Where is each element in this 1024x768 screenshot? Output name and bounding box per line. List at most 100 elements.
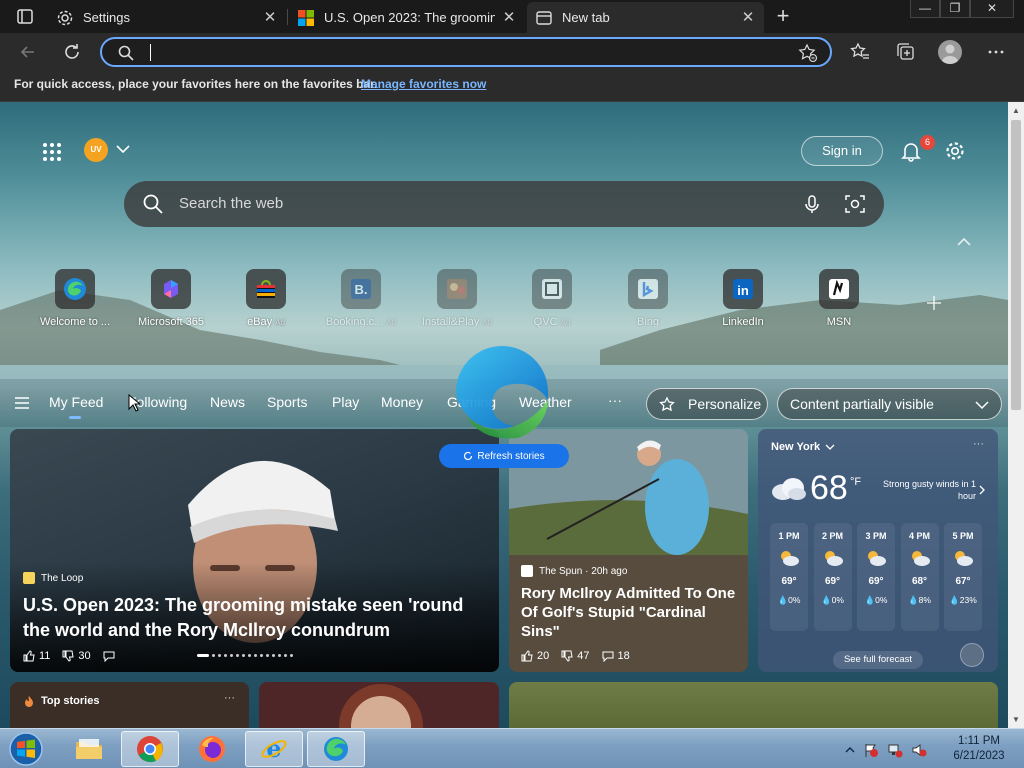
feed-tab-my-feed[interactable]: My Feed xyxy=(49,394,103,419)
apps-launcher-icon[interactable] xyxy=(42,142,62,162)
new-tab-button[interactable]: + xyxy=(772,5,794,28)
quick-link-install-play[interactable]: Install&Play Ad xyxy=(409,269,505,328)
hourly-forecast-item[interactable]: 4 PM 68° 💧8% xyxy=(900,523,939,631)
refresh-icon[interactable] xyxy=(60,40,84,64)
system-clock[interactable]: 1:11 PM 6/21/2023 xyxy=(944,734,1014,764)
favorites-icon[interactable] xyxy=(848,40,872,64)
taskbar-google-chrome[interactable] xyxy=(121,731,179,767)
taskbar-microsoft-edge[interactable] xyxy=(307,731,365,767)
add-favorite-star-icon[interactable] xyxy=(798,43,818,63)
more-options-icon[interactable] xyxy=(984,40,1008,64)
scrollbar-thumb[interactable] xyxy=(1011,120,1021,410)
windows-start-button[interactable] xyxy=(6,731,46,767)
quick-link-welcome[interactable]: Welcome to ... xyxy=(27,269,123,328)
quick-link-qvc[interactable]: QVC Ad xyxy=(504,269,600,328)
web-search-box[interactable]: Search the web xyxy=(124,181,884,227)
story-title[interactable]: Rory McIlroy Admitted To One Of Golf's S… xyxy=(521,584,743,641)
tab-settings[interactable]: Settings ✕ xyxy=(48,2,286,33)
feed-tab-news[interactable]: News xyxy=(210,394,245,410)
quick-link-microsoft-365[interactable]: Microsoft 365 xyxy=(123,269,219,328)
hero-story-card[interactable]: The Loop U.S. Open 2023: The grooming mi… xyxy=(10,429,499,672)
dislike-button[interactable]: 47 xyxy=(561,650,590,662)
weather-more-button[interactable]: ··· xyxy=(973,438,984,450)
tab-close-button[interactable]: ✕ xyxy=(740,9,756,26)
scroll-up-arrow-icon[interactable]: ▲ xyxy=(1012,106,1020,115)
add-quick-link-icon[interactable] xyxy=(924,293,944,313)
comment-button[interactable]: 18 xyxy=(602,650,630,662)
tab-us-open-article[interactable]: U.S. Open 2023: The grooming mistake see… xyxy=(289,2,525,33)
hourly-forecast-item[interactable]: 5 PM 67° 💧23% xyxy=(944,523,982,631)
hourly-forecast: 1 PM 69° 💧0% 2 PM 69° 💧0% 3 PM 69° 💧0% 4… xyxy=(770,523,988,631)
hourly-forecast-item[interactable]: 3 PM 69° 💧0% xyxy=(857,523,895,631)
personalize-button[interactable]: Personalize xyxy=(646,388,768,420)
restore-button[interactable]: ❐ xyxy=(940,0,970,18)
weather-character-avatar[interactable] xyxy=(960,643,984,667)
quick-link-msn[interactable]: MSN xyxy=(791,269,887,328)
taskbar-internet-explorer[interactable]: e xyxy=(245,731,303,767)
gear-icon xyxy=(57,10,73,25)
sign-in-button[interactable]: Sign in xyxy=(801,136,883,166)
tab-actions-button[interactable] xyxy=(8,7,40,27)
temperature-unit: °F xyxy=(850,476,862,488)
quick-link-linkedin[interactable]: in LinkedIn xyxy=(695,269,791,328)
notifications-bell-icon[interactable] xyxy=(900,140,922,162)
close-window-button[interactable]: ✕ xyxy=(970,0,1014,18)
quick-link-label: LinkedIn xyxy=(722,316,764,328)
profile-avatar[interactable] xyxy=(938,40,962,64)
quick-link-bing[interactable]: Bing xyxy=(600,269,696,328)
action-center-flag-icon[interactable] xyxy=(863,742,879,758)
feed-more-button[interactable]: ··· xyxy=(608,392,622,408)
hourly-forecast-item[interactable]: 2 PM 69° 💧0% xyxy=(813,523,852,631)
comment-button[interactable] xyxy=(103,650,119,662)
scroll-down-arrow-icon[interactable]: ▼ xyxy=(1012,715,1020,724)
like-button[interactable]: 20 xyxy=(521,650,549,662)
taskbar-firefox[interactable] xyxy=(183,731,241,767)
address-bar[interactable] xyxy=(100,37,832,67)
refresh-stories-button[interactable]: Refresh stories xyxy=(439,444,569,468)
top-stories-more-button[interactable]: ··· xyxy=(224,692,235,704)
content-visibility-dropdown[interactable]: Content partially visible xyxy=(777,388,1002,420)
speaker-muted-icon[interactable] xyxy=(911,742,927,758)
forecast-hour: 1 PM xyxy=(778,531,800,541)
feed-tab-money[interactable]: Money xyxy=(381,394,423,410)
tab-close-button[interactable]: ✕ xyxy=(262,9,278,26)
see-full-forecast-button[interactable]: See full forecast xyxy=(833,651,923,669)
microphone-icon[interactable] xyxy=(802,194,822,214)
tab-label: Settings xyxy=(83,10,130,25)
hamburger-menu-icon[interactable] xyxy=(14,396,30,410)
forecast-hour: 4 PM xyxy=(908,531,930,541)
chevron-right-icon[interactable] xyxy=(978,485,986,495)
minimize-button[interactable]: — xyxy=(910,0,940,18)
manage-favorites-link[interactable]: Manage favorites now xyxy=(361,77,486,91)
chevron-up-icon[interactable] xyxy=(956,236,972,248)
collections-icon[interactable] xyxy=(893,40,917,64)
dislike-button[interactable]: 30 xyxy=(62,650,91,662)
chevron-down-icon[interactable] xyxy=(116,144,130,154)
story-card-portrait[interactable] xyxy=(259,682,499,728)
back-arrow-icon[interactable] xyxy=(16,40,40,64)
page-settings-gear-icon[interactable] xyxy=(944,140,966,162)
feed-tab-sports[interactable]: Sports xyxy=(267,394,307,410)
weather-location[interactable]: New York xyxy=(771,441,835,453)
taskbar-file-explorer[interactable] xyxy=(60,731,118,767)
story-card-landscape[interactable] xyxy=(509,682,998,728)
weather-alert[interactable]: Strong gusty winds in 1 hour xyxy=(876,478,976,502)
profile-avatar[interactable]: UV xyxy=(84,138,108,162)
page-scrollbar[interactable]: ▲ ▼ xyxy=(1008,102,1024,728)
network-icon[interactable] xyxy=(887,742,903,758)
hourly-forecast-item[interactable]: 1 PM 69° 💧0% xyxy=(770,523,808,631)
carousel-indicator[interactable] xyxy=(197,654,296,657)
show-hidden-icons-icon[interactable] xyxy=(845,746,855,754)
like-button[interactable]: 11 xyxy=(23,650,50,662)
visual-search-icon[interactable] xyxy=(844,193,866,215)
top-stories-card[interactable]: Top stories ··· xyxy=(10,682,249,728)
weather-card[interactable]: New York ··· 68 °F Strong gusty winds in… xyxy=(758,429,998,672)
comment-count: 18 xyxy=(617,650,630,662)
feed-tab-play[interactable]: Play xyxy=(332,394,359,410)
tab-close-button[interactable]: ✕ xyxy=(501,9,517,26)
clock-date: 6/21/2023 xyxy=(953,750,1005,762)
tab-new-tab[interactable]: New tab ✕ xyxy=(527,2,764,33)
hero-story-title[interactable]: U.S. Open 2023: The grooming mistake see… xyxy=(23,593,488,643)
quick-link-ebay[interactable]: eBay Ad xyxy=(218,269,314,328)
quick-link-booking[interactable]: B. Booking.c... Ad xyxy=(313,269,409,328)
